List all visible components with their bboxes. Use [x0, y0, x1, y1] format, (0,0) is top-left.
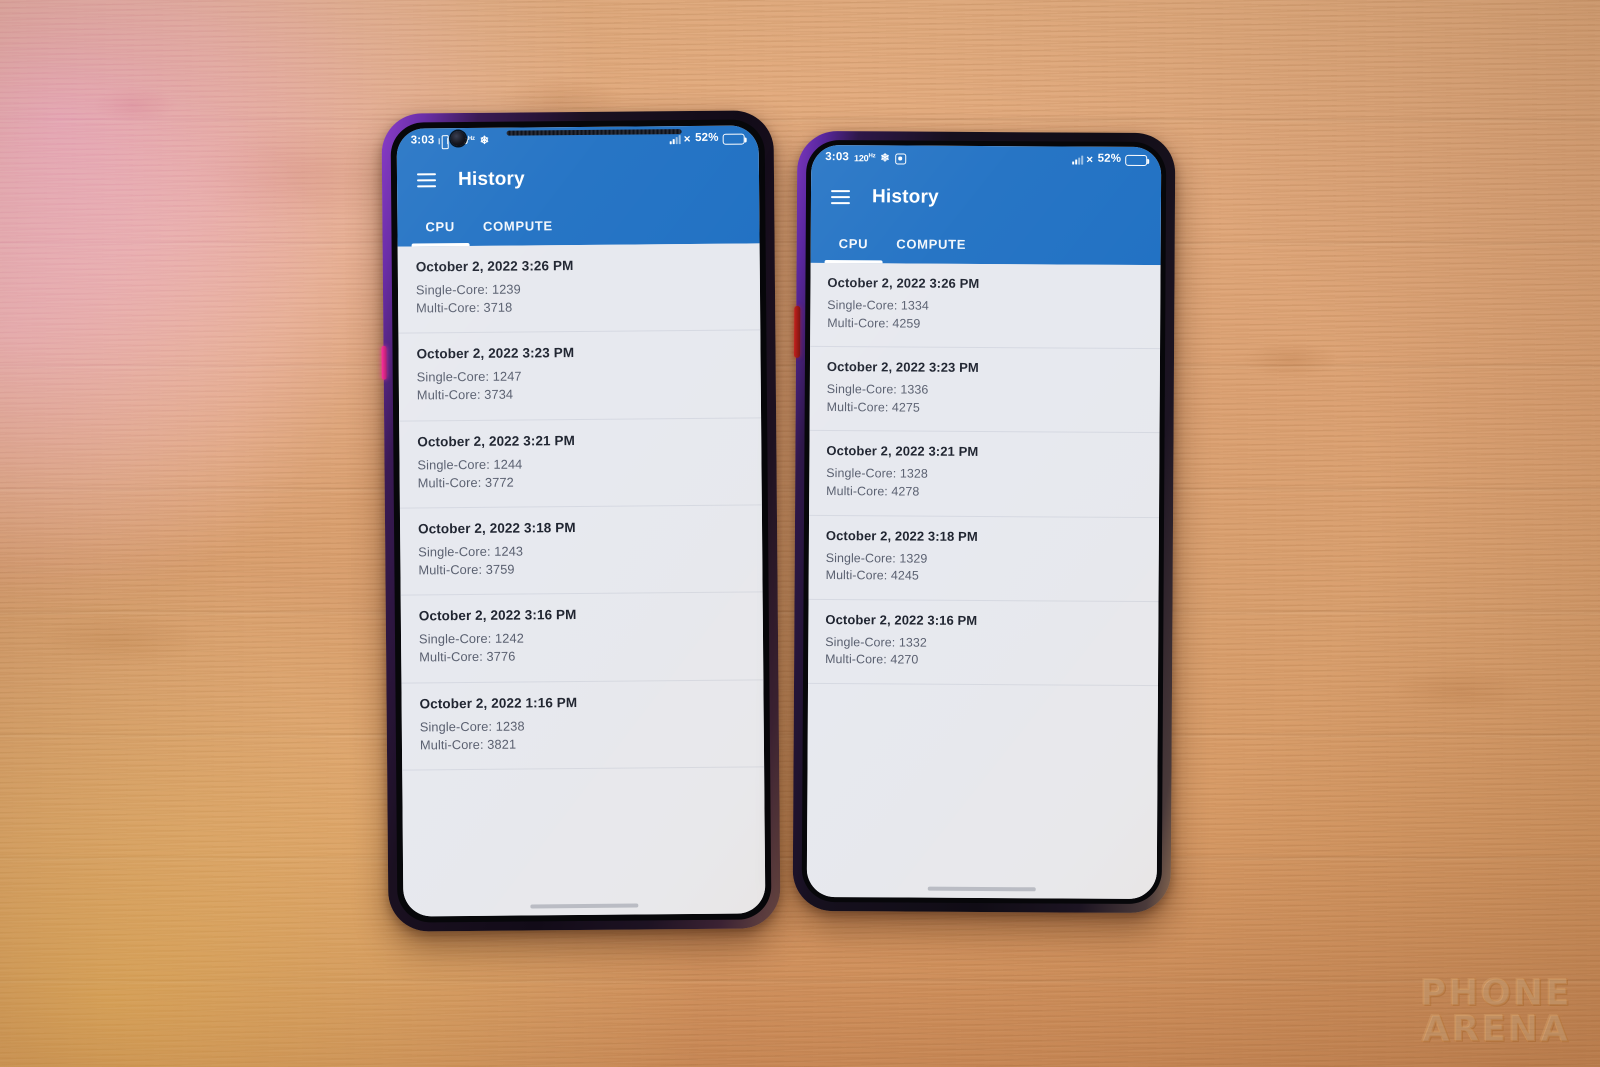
list-item[interactable]: October 2, 2022 3:23 PM Single-Core: 133…: [809, 347, 1161, 434]
list-item[interactable]: October 2, 2022 3:26 PM Single-Core: 123…: [397, 243, 761, 334]
entry-date: October 2, 2022 3:21 PM: [417, 432, 575, 450]
entry-multi-core: Multi-Core: 3718: [416, 299, 513, 316]
entry-multi-core: Multi-Core: 4275: [826, 399, 920, 415]
signal-bars-icon: [669, 134, 681, 145]
list-item[interactable]: October 2, 2022 3:21 PM Single-Core: 132…: [809, 431, 1160, 518]
entry-multi-core: Multi-Core: 4278: [826, 484, 920, 499]
refresh-rate-value: 120: [453, 135, 468, 147]
entry-date: October 2, 2022 1:16 PM: [419, 694, 578, 711]
refresh-rate-indicator: 120Hz: [453, 136, 474, 146]
vibrate-icon: [439, 135, 448, 147]
entry-date: October 2, 2022 3:26 PM: [827, 275, 980, 291]
phone-left-tab-bar: CPU COMPUTE: [397, 203, 759, 246]
tab-compute-label: COMPUTE: [482, 217, 553, 234]
entry-date: October 2, 2022 3:23 PM: [826, 359, 979, 376]
hamburger-icon[interactable]: [830, 190, 851, 205]
tab-cpu-label: CPU: [838, 235, 869, 251]
phone-right-tab-bar: CPU COMPUTE: [811, 223, 1161, 265]
entry-date: October 2, 2022 3:23 PM: [416, 345, 575, 362]
status-clock: 3:03: [825, 151, 850, 164]
entry-single-core: Single-Core: 1329: [825, 550, 928, 566]
phone-right-toolbar: History: [811, 171, 1161, 225]
phone-left-status-bar: 3:03 120Hz ❄ ✕ 52%: [397, 125, 759, 154]
battery-icon: [1125, 154, 1148, 166]
entry-single-core: Single-Core: 1334: [827, 298, 929, 313]
signal-bars-icon: [1071, 155, 1083, 165]
entry-date: October 2, 2022 3:16 PM: [825, 611, 978, 628]
page-title: History: [871, 186, 939, 208]
phone-right-device[interactable]: 3:03 120Hz ❄ ✕ 52% History CPU COMPUTE O…: [792, 130, 1176, 914]
entry-date: October 2, 2022 3:26 PM: [415, 258, 574, 275]
hamburger-icon[interactable]: [416, 173, 437, 188]
tab-cpu[interactable]: CPU: [825, 223, 883, 263]
phone-right-appbar: 3:03 120Hz ❄ ✕ 52% History CPU COMPUTE: [810, 144, 1162, 266]
phone-right-status-bar: 3:03 120Hz ❄ ✕ 52%: [811, 145, 1161, 173]
phone-left-toolbar: History: [397, 151, 759, 206]
entry-multi-core: Multi-Core: 3821: [419, 736, 517, 753]
tab-compute[interactable]: COMPUTE: [882, 223, 980, 264]
phone-left-side-button[interactable]: [381, 345, 387, 380]
entry-multi-core: Multi-Core: 3772: [417, 474, 514, 491]
list-item[interactable]: October 2, 2022 3:21 PM Single-Core: 124…: [399, 418, 762, 509]
gesture-navigation-bar[interactable]: [530, 903, 639, 909]
entry-multi-core: Multi-Core: 4270: [825, 652, 919, 668]
entry-multi-core: Multi-Core: 4245: [825, 568, 919, 583]
entry-single-core: Single-Core: 1332: [825, 634, 927, 650]
tab-compute-label: COMPUTE: [896, 235, 967, 252]
list-item[interactable]: October 2, 2022 3:16 PM Single-Core: 124…: [400, 592, 764, 684]
phone-right-frame: 3:03 120Hz ❄ ✕ 52% History CPU COMPUTE O…: [792, 130, 1176, 914]
list-item[interactable]: October 2, 2022 3:18 PM Single-Core: 132…: [808, 515, 1160, 602]
phone-right-bezel: 3:03 120Hz ❄ ✕ 52% History CPU COMPUTE O…: [801, 139, 1167, 905]
phonearena-watermark: PHONE ARENA: [1419, 973, 1572, 1050]
phone-left-history-list[interactable]: October 2, 2022 3:26 PM Single-Core: 123…: [397, 243, 766, 917]
tab-cpu-label: CPU: [425, 218, 456, 234]
watermark-line-2: ARENA: [1421, 1008, 1571, 1050]
phone-right-screen[interactable]: 3:03 120Hz ❄ ✕ 52% History CPU COMPUTE O…: [806, 144, 1162, 900]
signal-x-icon: ✕: [683, 133, 692, 144]
entry-date: October 2, 2022 3:18 PM: [417, 519, 576, 537]
entry-multi-core: Multi-Core: 3776: [419, 648, 516, 665]
refresh-rate-unit: Hz: [467, 135, 475, 142]
entry-multi-core: Multi-Core: 3734: [416, 387, 514, 403]
watermark-line-1: PHONE: [1419, 973, 1572, 1015]
tab-compute[interactable]: COMPUTE: [469, 205, 567, 246]
phone-left-frame: 3:03 120Hz ❄ ✕ 52% History CPU COMPUTE O…: [381, 110, 781, 932]
battery-percent-label: 52%: [694, 132, 719, 145]
refresh-rate-indicator: 120Hz: [854, 153, 875, 163]
battery-percent-label: 52%: [1097, 152, 1122, 166]
entry-date: October 2, 2022 3:18 PM: [825, 527, 978, 544]
signal-x-icon: ✕: [1085, 154, 1094, 165]
phone-right-power-button[interactable]: [793, 305, 801, 358]
gesture-navigation-bar[interactable]: [927, 886, 1036, 892]
status-clock: 3:03: [410, 134, 435, 147]
snowflake-icon: ❄: [880, 151, 890, 164]
photo-scene: 3:03 120Hz ❄ ✕ 52% History CPU COMPUTE O…: [0, 0, 1600, 1067]
entry-date: October 2, 2022 3:16 PM: [418, 607, 577, 624]
list-item[interactable]: October 2, 2022 3:23 PM Single-Core: 124…: [398, 330, 762, 422]
snowflake-icon: ❄: [479, 134, 490, 147]
phone-left-bezel: 3:03 120Hz ❄ ✕ 52% History CPU COMPUTE O…: [390, 119, 772, 923]
entry-single-core: Single-Core: 1328: [826, 466, 928, 482]
phone-left-appbar: 3:03 120Hz ❄ ✕ 52% History CPU COMPUTE: [396, 125, 760, 247]
page-title: History: [457, 168, 525, 191]
entry-multi-core: Multi-Core: 3759: [418, 561, 515, 578]
list-item[interactable]: October 2, 2022 3:18 PM Single-Core: 124…: [399, 505, 763, 596]
list-item[interactable]: October 2, 2022 3:16 PM Single-Core: 133…: [808, 599, 1159, 687]
list-item[interactable]: October 2, 2022 1:16 PM Single-Core: 123…: [401, 679, 765, 771]
battery-icon: [722, 133, 745, 145]
phone-left-screen[interactable]: 3:03 120Hz ❄ ✕ 52% History CPU COMPUTE O…: [396, 125, 766, 917]
tab-cpu[interactable]: CPU: [411, 206, 469, 247]
refresh-rate-value: 120: [854, 153, 869, 164]
phone-right-history-list[interactable]: October 2, 2022 3:26 PM Single-Core: 133…: [806, 262, 1161, 900]
list-item[interactable]: October 2, 2022 3:26 PM Single-Core: 133…: [810, 262, 1161, 350]
entry-multi-core: Multi-Core: 4259: [827, 315, 921, 331]
entry-single-core: Single-Core: 1336: [826, 382, 929, 397]
phone-left-device[interactable]: 3:03 120Hz ❄ ✕ 52% History CPU COMPUTE O…: [381, 110, 781, 932]
entry-date: October 2, 2022 3:21 PM: [826, 443, 979, 460]
screenshot-icon: [894, 152, 906, 165]
refresh-rate-unit: Hz: [868, 153, 876, 160]
